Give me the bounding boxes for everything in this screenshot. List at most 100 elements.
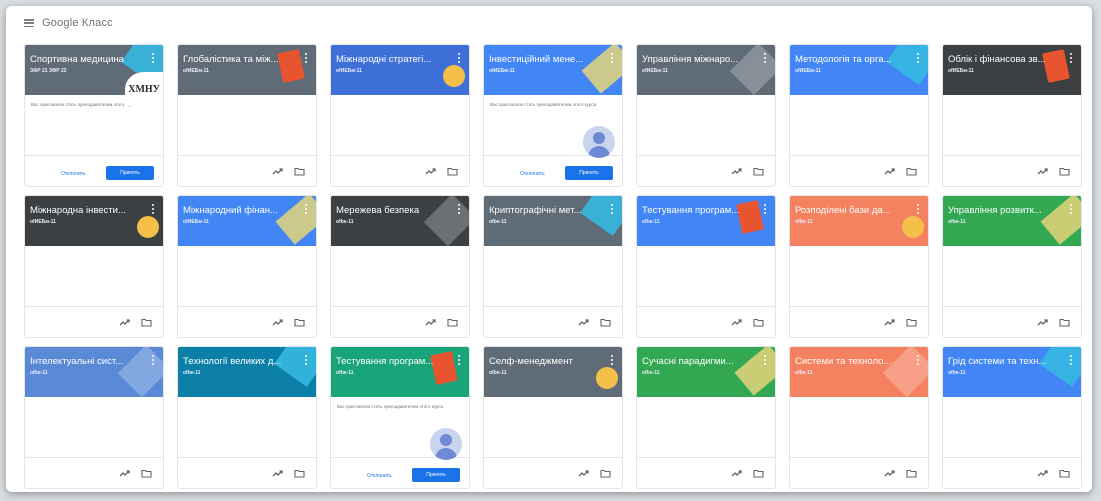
- course-card-header[interactable]: Інтелектуальні сист... ofbe-11: [25, 347, 163, 397]
- course-title[interactable]: Міжнародні стратегі...: [336, 54, 440, 65]
- more-options-icon[interactable]: [611, 204, 614, 214]
- folder-icon[interactable]: [294, 318, 305, 327]
- trending-up-icon[interactable]: [272, 468, 284, 478]
- course-section[interactable]: ofИЕБм-11: [30, 219, 56, 225]
- course-section[interactable]: ofbe-11: [489, 219, 507, 225]
- more-options-icon[interactable]: [764, 355, 767, 365]
- folder-icon[interactable]: [753, 167, 764, 176]
- course-section[interactable]: ofbe-11: [336, 219, 354, 225]
- folder-icon[interactable]: [447, 167, 458, 176]
- more-options-icon[interactable]: [764, 204, 767, 214]
- more-options-icon[interactable]: [1070, 53, 1073, 63]
- course-card[interactable]: Технології великих д... ofbe-11: [177, 346, 317, 489]
- folder-icon[interactable]: [906, 318, 917, 327]
- course-card[interactable]: Міжнародні стратегі... ofИЕБм-11: [330, 44, 470, 187]
- more-options-icon[interactable]: [917, 204, 920, 214]
- trending-up-icon[interactable]: [119, 317, 131, 327]
- trending-up-icon[interactable]: [425, 166, 437, 176]
- trending-up-icon[interactable]: [578, 317, 590, 327]
- course-card-header[interactable]: Криптографічні мет... ofbe-11: [484, 196, 622, 246]
- menu-icon[interactable]: [24, 19, 34, 27]
- course-card[interactable]: Інвестиційний мене... ofИЕБм-11 Вас пригла…: [483, 44, 623, 187]
- more-options-icon[interactable]: [1070, 355, 1073, 365]
- course-card[interactable]: Мережева безпека ofbe-11: [330, 195, 470, 338]
- more-options-icon[interactable]: [152, 204, 155, 214]
- folder-icon[interactable]: [753, 469, 764, 478]
- course-card-header[interactable]: Технології великих д... ofbe-11: [178, 347, 316, 397]
- course-card[interactable]: Сучасні парадигми... ofbe-11: [636, 346, 776, 489]
- decline-button[interactable]: Отклонить: [61, 171, 86, 177]
- trending-up-icon[interactable]: [884, 468, 896, 478]
- course-card[interactable]: Глобалістика та між... ofИЕБм-11: [177, 44, 317, 187]
- trending-up-icon[interactable]: [731, 468, 743, 478]
- more-options-icon[interactable]: [305, 355, 308, 365]
- course-card-header[interactable]: Грід системи та техн... ofbe-11: [943, 347, 1081, 397]
- trending-up-icon[interactable]: [884, 317, 896, 327]
- trending-up-icon[interactable]: [731, 166, 743, 176]
- course-title[interactable]: Тестування програм...: [642, 205, 746, 216]
- course-card-header[interactable]: Міжнародна інвести... ofИЕБм-11: [25, 196, 163, 246]
- more-options-icon[interactable]: [458, 53, 461, 63]
- more-options-icon[interactable]: [458, 355, 461, 365]
- course-title[interactable]: Методологія та орга...: [795, 54, 899, 65]
- course-section[interactable]: ofИЕБм-11: [642, 68, 668, 74]
- folder-icon[interactable]: [600, 469, 611, 478]
- course-card-header[interactable]: Управління розвитк... ofbe-11: [943, 196, 1081, 246]
- course-title[interactable]: Управління міжнаро...: [642, 54, 746, 65]
- course-title[interactable]: Глобалістика та між...: [183, 54, 287, 65]
- course-card[interactable]: Розподілені бази да... ofbe-11: [789, 195, 929, 338]
- trending-up-icon[interactable]: [119, 468, 131, 478]
- decline-button[interactable]: Отклонить: [520, 171, 545, 177]
- course-section[interactable]: ofbe-11: [642, 219, 660, 225]
- course-card[interactable]: Міжнародна інвести... ofИЕБм-11: [24, 195, 164, 338]
- folder-icon[interactable]: [906, 469, 917, 478]
- folder-icon[interactable]: [447, 318, 458, 327]
- accept-button[interactable]: Принять: [106, 166, 154, 180]
- course-title[interactable]: Сучасні парадигми...: [642, 356, 746, 367]
- course-card-header[interactable]: Інвестиційний мене... ofИЕБм-11: [484, 45, 622, 95]
- course-title[interactable]: Мережева безпека: [336, 205, 440, 216]
- course-title[interactable]: Інвестиційний мене...: [489, 54, 593, 65]
- course-card-header[interactable]: Тестування програм... ofbe-11: [331, 347, 469, 397]
- course-card-header[interactable]: Глобалістика та між... ofИЕБм-11: [178, 45, 316, 95]
- trending-up-icon[interactable]: [425, 317, 437, 327]
- course-card-header[interactable]: Розподілені бази да... ofbe-11: [790, 196, 928, 246]
- folder-icon[interactable]: [1059, 469, 1070, 478]
- course-card-header[interactable]: Системи та техноло... ofbe-11: [790, 347, 928, 397]
- course-title[interactable]: Облік і фінансова зв...: [948, 54, 1052, 65]
- trending-up-icon[interactable]: [1037, 317, 1049, 327]
- folder-icon[interactable]: [141, 469, 152, 478]
- course-card[interactable]: Системи та техноло... ofbe-11: [789, 346, 929, 489]
- trending-up-icon[interactable]: [1037, 468, 1049, 478]
- course-section[interactable]: ofИЕБм-11: [336, 68, 362, 74]
- course-title[interactable]: Технології великих д...: [183, 356, 287, 367]
- course-card-header[interactable]: Мережева безпека ofbe-11: [331, 196, 469, 246]
- trending-up-icon[interactable]: [578, 468, 590, 478]
- folder-icon[interactable]: [753, 318, 764, 327]
- folder-icon[interactable]: [600, 318, 611, 327]
- trending-up-icon[interactable]: [884, 166, 896, 176]
- folder-icon[interactable]: [1059, 318, 1070, 327]
- folder-icon[interactable]: [141, 318, 152, 327]
- decline-button[interactable]: Отклонить: [367, 473, 392, 479]
- more-options-icon[interactable]: [458, 204, 461, 214]
- course-section[interactable]: ofbe-11: [183, 370, 201, 376]
- course-section[interactable]: ofbe-11: [795, 370, 813, 376]
- more-options-icon[interactable]: [152, 53, 155, 63]
- course-title[interactable]: Управління розвитк...: [948, 205, 1052, 216]
- course-title[interactable]: Інтелектуальні сист...: [30, 356, 134, 367]
- course-title[interactable]: Міжнародна інвести...: [30, 205, 134, 216]
- accept-button[interactable]: Принять: [565, 166, 613, 180]
- course-section[interactable]: ofbe-11: [489, 370, 507, 376]
- more-options-icon[interactable]: [917, 53, 920, 63]
- course-card[interactable]: Управління міжнаро... ofИЕБм-11: [636, 44, 776, 187]
- course-section[interactable]: ofИЕБм-11: [489, 68, 515, 74]
- course-title[interactable]: Міжнародний фінан...: [183, 205, 287, 216]
- course-card-header[interactable]: Міжнародні стратегі... ofИЕБм-11: [331, 45, 469, 95]
- course-card[interactable]: Селф-менеджмент ofbe-11: [483, 346, 623, 489]
- course-section[interactable]: ofИЕБм-11: [948, 68, 974, 74]
- course-title[interactable]: Грід системи та техн...: [948, 356, 1052, 367]
- trending-up-icon[interactable]: [731, 317, 743, 327]
- course-title[interactable]: Тестування програм...: [336, 356, 440, 367]
- course-section[interactable]: ofbe-11: [642, 370, 660, 376]
